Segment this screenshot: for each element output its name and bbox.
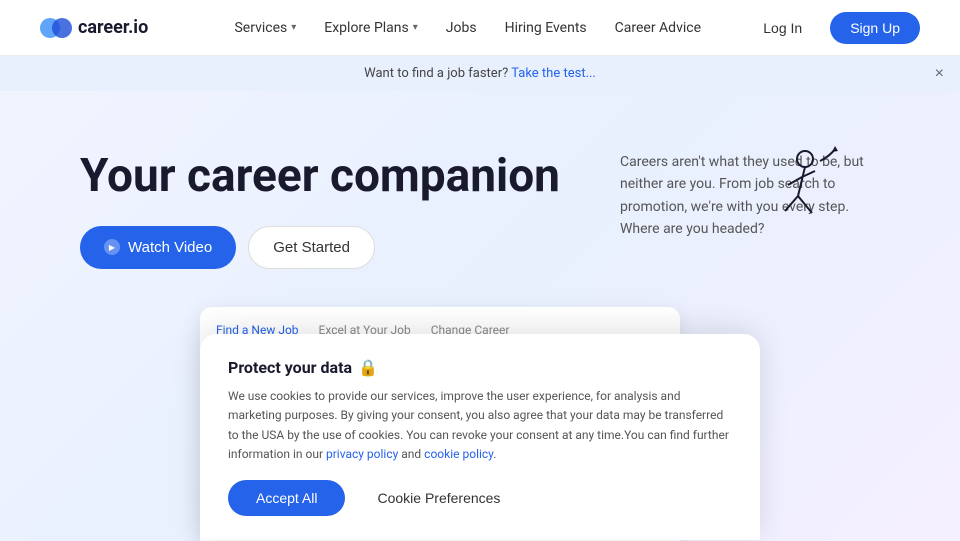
cookie-title: Protect your data 🔒 — [228, 358, 732, 377]
hero-buttons: ▶ Watch Video Get Started — [80, 226, 600, 269]
cookie-banner: Protect your data 🔒 We use cookies to pr… — [200, 334, 760, 540]
nav-jobs[interactable]: Jobs — [434, 12, 489, 44]
hero-description: Careers aren't what they used to be, but… — [620, 151, 880, 241]
logo-icon — [40, 12, 72, 44]
lock-icon: 🔒 — [358, 358, 378, 377]
nav-career-advice[interactable]: Career Advice — [603, 12, 713, 44]
banner-text: Want to find a job faster? — [364, 66, 508, 81]
nav-services[interactable]: Services ▾ — [222, 12, 308, 44]
watch-video-button[interactable]: ▶ Watch Video — [80, 226, 236, 269]
hero-title: Your career companion — [80, 151, 600, 202]
login-button[interactable]: Log In — [747, 12, 818, 44]
signup-button[interactable]: Sign Up — [830, 12, 920, 44]
hero-left: Your career companion ▶ Watch Video Get … — [80, 141, 600, 299]
nav-hiring-events[interactable]: Hiring Events — [493, 12, 599, 44]
chevron-down-icon: ▾ — [291, 22, 296, 33]
get-started-button[interactable]: Get Started — [248, 226, 375, 269]
illustration — [760, 141, 840, 235]
logo-text: career.io — [78, 17, 148, 38]
notification-banner: Want to find a job faster? Take the test… — [0, 56, 960, 91]
accept-all-button[interactable]: Accept All — [228, 480, 345, 516]
logo[interactable]: career.io — [40, 12, 148, 44]
cookie-preferences-button[interactable]: Cookie Preferences — [357, 480, 520, 516]
cookie-body-text: We use cookies to provide our services, … — [228, 387, 732, 464]
privacy-policy-link[interactable]: privacy policy — [326, 447, 398, 461]
chevron-down-icon: ▾ — [413, 22, 418, 33]
nav-links: Services ▾ Explore Plans ▾ Jobs Hiring E… — [188, 12, 747, 44]
cookie-policy-link[interactable]: cookie policy — [424, 447, 493, 461]
nav-explore-plans[interactable]: Explore Plans ▾ — [312, 12, 430, 44]
nav-right: Log In Sign Up — [747, 12, 920, 44]
cookie-buttons: Accept All Cookie Preferences — [228, 480, 732, 516]
navbar: career.io Services ▾ Explore Plans ▾ Job… — [0, 0, 960, 56]
play-icon: ▶ — [104, 239, 120, 255]
banner-link[interactable]: Take the test... — [511, 66, 596, 81]
banner-close-button[interactable]: × — [935, 65, 944, 83]
